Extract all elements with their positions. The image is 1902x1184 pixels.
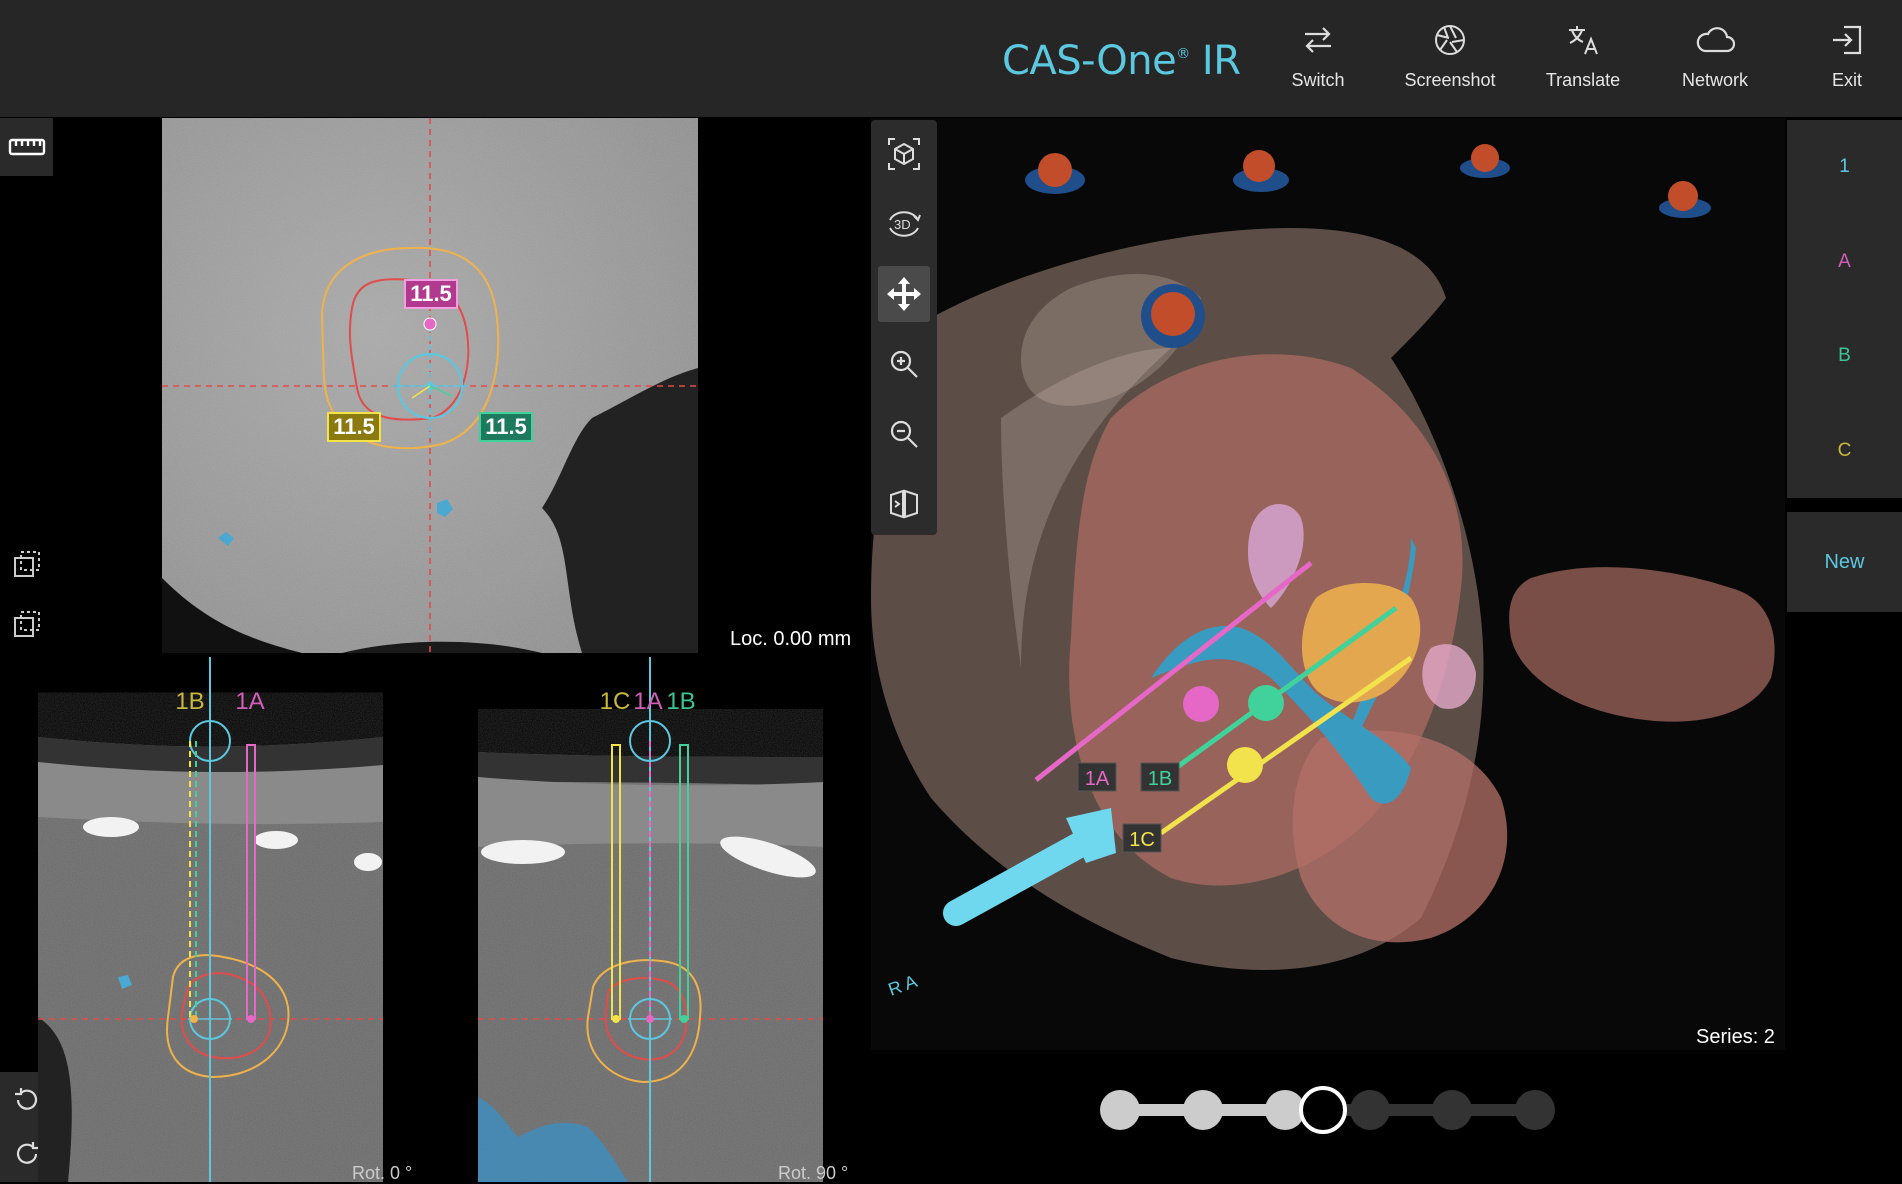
fiducial-marker: [1460, 144, 1510, 178]
needle-label-1A: 1A: [235, 688, 264, 715]
translate-icon: [1566, 18, 1600, 62]
series-stepper: [1095, 1085, 1565, 1135]
fiducial-marker: [1025, 153, 1085, 194]
switch-arrows-icon: [1301, 18, 1335, 62]
copy-region-icon: [13, 611, 40, 637]
sagittal-rotation: Rot. 0 °: [352, 1163, 413, 1183]
needle-label-1C: 1C: [600, 688, 631, 715]
rotate-3d-button[interactable]: 3D: [878, 196, 930, 252]
select-region-icon: [13, 551, 40, 577]
flip-view-icon: [890, 489, 918, 519]
needle-label-1B: 1B: [666, 688, 695, 715]
new-button[interactable]: New: [1787, 512, 1902, 612]
zoom-in-icon: [890, 350, 918, 378]
series-label: Series: 2: [1696, 1026, 1775, 1048]
move-button[interactable]: [878, 266, 930, 322]
plan-tabs: 1 A B C: [1787, 120, 1902, 498]
needle-3d-label-1C: 1C: [1129, 829, 1155, 851]
network-button[interactable]: Network: [1655, 18, 1775, 98]
coronal-view[interactable]: 1C 1A 1B: [478, 657, 823, 1182]
zoom-in-button[interactable]: [878, 336, 930, 392]
ruler-tool-button[interactable]: [0, 118, 53, 176]
sagittal-view[interactable]: 1B 1A: [38, 657, 383, 1182]
move-icon: [887, 277, 921, 311]
translate-button[interactable]: Translate: [1523, 18, 1643, 98]
app-logo: CAS-One® IR: [1002, 38, 1241, 84]
copy-region-button[interactable]: [0, 595, 53, 653]
plan-tab-A[interactable]: A: [1798, 221, 1891, 303]
fiducial-marker: [1659, 181, 1711, 218]
cloud-icon: [1695, 18, 1735, 62]
svg-text:3D: 3D: [894, 217, 911, 232]
ruler-icon: [8, 138, 45, 156]
exit-button[interactable]: Exit: [1787, 18, 1902, 98]
plan-tab-1[interactable]: 1: [1799, 126, 1890, 208]
needle-3d-label-1B: 1B: [1148, 768, 1172, 790]
svg-text:R A: R A: [886, 971, 920, 1000]
zoom-out-button[interactable]: [878, 406, 930, 462]
rotate-cw-icon[interactable]: [12, 1139, 42, 1169]
switch-button[interactable]: Switch: [1258, 18, 1378, 98]
axial-view[interactable]: 11.5 11.5 11.5: [162, 118, 698, 653]
select-region-button[interactable]: [0, 535, 53, 593]
marker-label-pink: 11.5: [410, 281, 452, 306]
location-readout: Loc. 0.00 mm: [730, 628, 852, 650]
screenshot-button[interactable]: Screenshot: [1390, 18, 1510, 98]
view-3d-toolbar: 3D: [871, 120, 937, 535]
exit-icon: [1830, 18, 1864, 62]
view-3d[interactable]: 1A 1B 1C R A Series: 2: [871, 118, 1785, 1050]
top-bar: CAS-One® IR Switch Screenshot Translate …: [0, 0, 1902, 117]
fiducial-marker: [1233, 150, 1289, 192]
marker-label-green: 11.5: [485, 414, 527, 439]
plan-tab-C[interactable]: C: [1798, 410, 1892, 492]
stepper-dot[interactable]: [1432, 1090, 1472, 1130]
stepper-dot[interactable]: [1350, 1090, 1390, 1130]
stepper-dot[interactable]: [1515, 1090, 1555, 1130]
cube-reset-button[interactable]: [878, 126, 930, 182]
stepper-dot[interactable]: [1100, 1090, 1140, 1130]
needle-3d-label-1A: 1A: [1085, 768, 1110, 790]
aperture-icon: [1433, 18, 1467, 62]
coronal-rotation: Rot. 90 °: [778, 1163, 849, 1183]
needle-label-1B: 1B: [175, 688, 204, 715]
stepper-dot[interactable]: [1183, 1090, 1223, 1130]
needle-label-1A: 1A: [633, 688, 662, 715]
orientation-cube[interactable]: R A: [886, 971, 920, 1000]
stepper-dot-current[interactable]: [1299, 1086, 1347, 1134]
rotate-ccw-icon[interactable]: [12, 1085, 42, 1115]
marker-label-yellow: 11.5: [333, 414, 375, 439]
cube-reset-icon: [888, 138, 920, 170]
flip-view-button[interactable]: [878, 476, 930, 532]
zoom-out-icon: [890, 420, 918, 448]
fiducial-marker: [1141, 284, 1205, 348]
plan-tab-B[interactable]: B: [1798, 315, 1891, 397]
rotate-3d-icon: 3D: [889, 211, 921, 237]
